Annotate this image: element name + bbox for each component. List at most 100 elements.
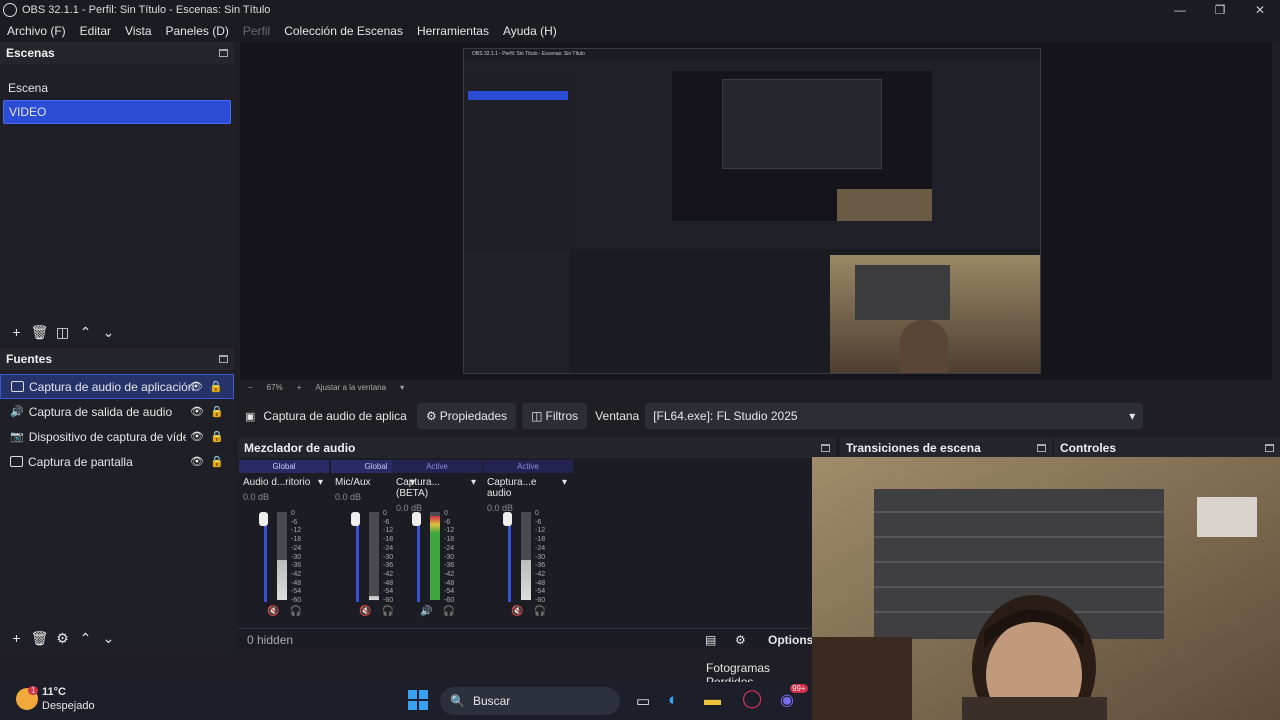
source-context-bar: ▣ Captura de audio de aplica ⚙ Propiedade…: [240, 402, 1280, 430]
webcam-feed: [812, 457, 1280, 720]
monitor-headphones-icon[interactable]: 🎧: [533, 606, 545, 617]
level-meter-fill: [369, 595, 379, 600]
windows-start-icon[interactable]: [408, 690, 428, 710]
mixer-channel: Active Captura...e audio ▾ 0.0 dB 0 -6 -12-…: [483, 460, 573, 622]
level-meter-fill: [277, 560, 287, 600]
lock-icon[interactable]: 🔒: [210, 455, 224, 468]
opera-browser-icon[interactable]: ◯: [742, 688, 762, 709]
move-up-button[interactable]: ⌃: [74, 630, 97, 647]
float-dock-icon[interactable]: [821, 444, 830, 452]
float-dock-icon[interactable]: [219, 49, 228, 57]
move-down-button[interactable]: ⌄: [97, 324, 120, 341]
channel-name: Captura... (BETA): [396, 477, 440, 499]
volume-fader-knob[interactable]: [412, 512, 421, 526]
volume-fader-knob[interactable]: [259, 512, 268, 526]
volume-fader-knob[interactable]: [503, 512, 512, 526]
lock-icon[interactable]: 🔒: [209, 380, 223, 393]
advanced-audio-gear-icon[interactable]: ⚙: [735, 633, 746, 647]
webcam-image: [812, 457, 1280, 720]
visibility-eye-icon[interactable]: 👁: [189, 380, 203, 393]
close-button[interactable]: ✕: [1240, 0, 1280, 20]
taskbar-search-label: Buscar: [472, 694, 511, 708]
properties-button[interactable]: ⚙ Propiedades: [417, 403, 517, 429]
scene-item-escena[interactable]: Escena: [0, 76, 234, 100]
monitor-headphones-icon[interactable]: 🎧: [442, 606, 454, 617]
channel-name: Audio d...ritorio: [243, 477, 311, 488]
visibility-eye-icon[interactable]: 👁: [190, 405, 204, 418]
lock-icon[interactable]: 🔒: [210, 430, 224, 443]
scenes-dock: Escenas Escena VIDEO + 🗑 ◫ ⌃ ⌄: [0, 42, 234, 344]
scene-filters-button[interactable]: ◫: [51, 324, 74, 341]
filters-icon: ◫: [531, 409, 543, 423]
sources-title: Fuentes: [6, 352, 53, 366]
mute-speaker-icon[interactable]: 🔇: [359, 606, 371, 617]
menu-archivo[interactable]: Archivo (F): [0, 24, 73, 38]
channel-menu-chevron-down-icon[interactable]: ▾: [318, 477, 323, 488]
channel-menu-chevron-down-icon[interactable]: ▾: [471, 477, 476, 499]
scenes-title: Escenas: [6, 46, 55, 60]
options-button[interactable]: Options: [768, 633, 813, 647]
preview-zoom-bar: − 67% + Ajustar a la ventana ▾: [240, 380, 1272, 394]
move-down-button[interactable]: ⌄: [97, 630, 120, 647]
speaker-icon: 🔊: [10, 406, 24, 418]
level-meter: [430, 512, 440, 600]
mute-speaker-icon[interactable]: 🔇: [267, 606, 279, 617]
menu-vista[interactable]: Vista: [118, 24, 158, 38]
volume-fader-track[interactable]: [508, 516, 511, 602]
float-dock-icon[interactable]: [1265, 444, 1274, 452]
source-item-video-capture[interactable]: 📷 Dispositivo de captura de vídeo 👁 🔒: [0, 424, 234, 449]
level-meter: [369, 512, 379, 600]
volume-fader-track[interactable]: [417, 516, 420, 602]
edge-browser-icon[interactable]: ◐: [668, 690, 678, 710]
visibility-eye-icon[interactable]: 👁: [190, 455, 204, 468]
gear-icon: ⚙: [426, 409, 437, 423]
menu-herramientas[interactable]: Herramientas: [410, 24, 496, 38]
float-dock-icon[interactable]: [219, 355, 228, 363]
volume-fader-track[interactable]: [264, 516, 267, 602]
move-up-button[interactable]: ⌃: [74, 324, 97, 341]
camera-icon: 📷: [10, 431, 24, 443]
channel-menu-chevron-down-icon[interactable]: ▾: [562, 477, 567, 499]
level-meter-fill: [430, 516, 440, 600]
menu-coleccion[interactable]: Colección de Escenas: [277, 24, 410, 38]
minimize-button[interactable]: —: [1160, 0, 1200, 20]
float-dock-icon[interactable]: [1037, 444, 1046, 452]
file-explorer-icon[interactable]: ▬: [704, 690, 721, 710]
window-select[interactable]: [FL64.exe]: FL Studio 2025 ▾: [645, 403, 1144, 429]
menu-ayuda[interactable]: Ayuda (H): [496, 24, 564, 38]
visibility-eye-icon[interactable]: 👁: [190, 430, 204, 443]
remove-scene-button[interactable]: 🗑: [28, 324, 51, 341]
controls-title: Controles: [1060, 441, 1117, 455]
fit-dropdown-chevron-down-icon[interactable]: ▾: [400, 383, 404, 392]
volume-fader-track[interactable]: [356, 516, 359, 602]
taskbar-search[interactable]: 🔍 Buscar: [440, 687, 620, 715]
lock-icon[interactable]: 🔒: [210, 405, 224, 418]
layout-icon[interactable]: ▤: [705, 633, 716, 647]
window-titlebar: OBS 32.1.1 - Perfil: Sin Título - Escena…: [0, 0, 1280, 20]
meter-scale: 0 -6 -12 -18 -24 -30 -36 -42 -48 -54 -60: [444, 510, 455, 605]
task-view-icon[interactable]: ▭: [636, 692, 650, 710]
discord-icon[interactable]: ◉: [780, 690, 794, 710]
mute-speaker-icon[interactable]: 🔇: [511, 606, 523, 617]
source-item-audio-output[interactable]: 🔊 Captura de salida de audio 👁 🔒: [0, 399, 234, 424]
source-properties-gear-icon[interactable]: ⚙: [51, 630, 74, 647]
volume-fader-knob[interactable]: [351, 512, 360, 526]
zoom-out-button[interactable]: −: [248, 383, 253, 392]
transitions-dock: Transiciones de escena: [840, 438, 1052, 458]
app-audio-icon: ▣: [245, 410, 256, 423]
menu-paneles[interactable]: Paneles (D): [159, 24, 236, 38]
speaker-icon[interactable]: 🔊: [420, 606, 432, 617]
source-item-screen-capture[interactable]: Captura de pantalla 👁 🔒: [0, 449, 234, 474]
source-item-app-audio[interactable]: Captura de audio de aplicación 👁 🔒: [0, 374, 234, 399]
remove-source-button[interactable]: 🗑: [28, 630, 51, 647]
filters-button[interactable]: ◫ Filtros: [522, 403, 588, 429]
add-source-button[interactable]: +: [5, 630, 28, 646]
monitor-headphones-icon[interactable]: 🎧: [289, 606, 301, 617]
maximize-button[interactable]: ❐: [1200, 0, 1240, 20]
source-label: Captura de salida de audio: [28, 404, 173, 419]
menu-editar[interactable]: Editar: [73, 24, 118, 38]
scene-item-video[interactable]: VIDEO: [3, 100, 231, 124]
meter-scale: 0 -6 -12 -18 -24 -30 -36 -42 -48 -54 -60: [291, 510, 302, 605]
add-scene-button[interactable]: +: [5, 324, 28, 340]
zoom-in-button[interactable]: +: [297, 383, 302, 392]
